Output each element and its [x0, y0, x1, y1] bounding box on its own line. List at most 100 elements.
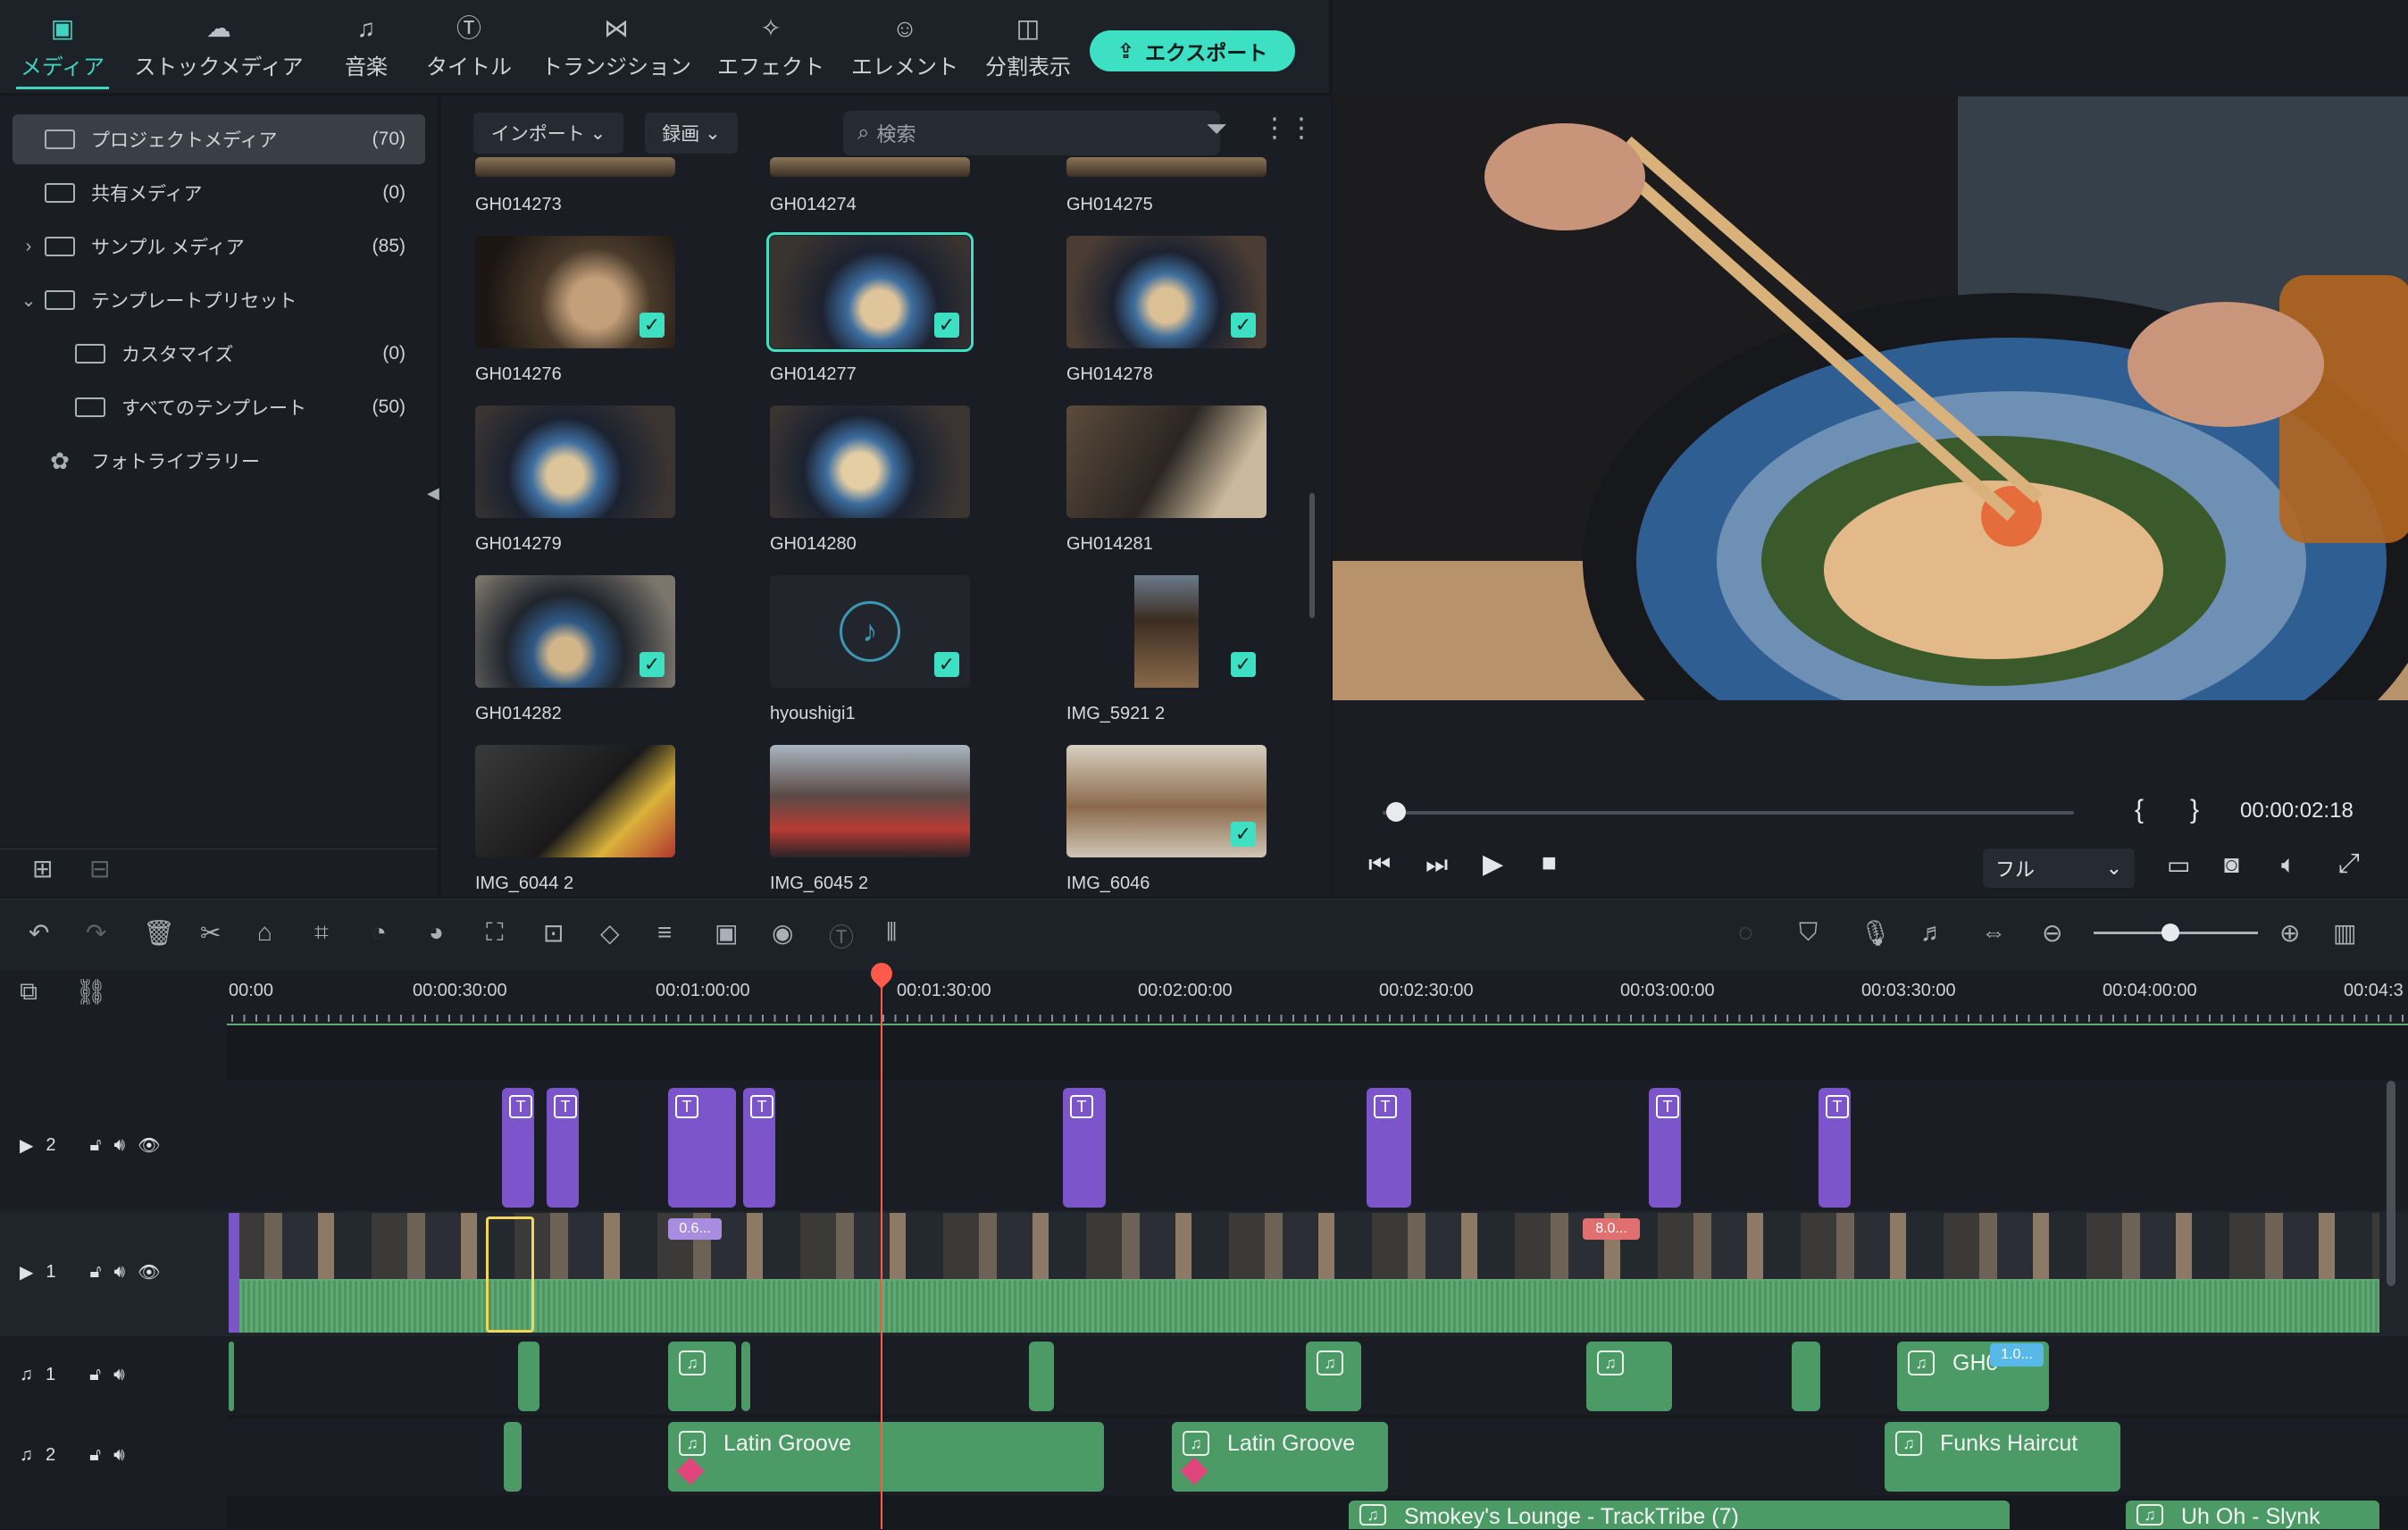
timeline-view-icon[interactable]: ▥: [2333, 918, 2356, 948]
title-clip[interactable]: T: [743, 1088, 775, 1208]
audio-mixer-icon[interactable]: ♬: [1920, 918, 1945, 947]
import-dropdown[interactable]: インポート ⌄: [473, 113, 623, 154]
chevron-right-icon[interactable]: ›: [13, 237, 45, 257]
audio-clip-uh-oh[interactable]: ♫ Uh Oh - Slynk: [2126, 1501, 2379, 1529]
snapshot-icon[interactable]: ◙: [2224, 850, 2239, 879]
adjust-icon[interactable]: ≡: [657, 918, 672, 947]
media-thumbnail[interactable]: ✓: [1066, 236, 1267, 348]
sidebar-item-sample-media[interactable]: › サンプル メディア (85): [13, 222, 425, 272]
microphone-icon[interactable]: 🎙︎: [1860, 918, 1892, 948]
sidebar-item-template-presets[interactable]: ⌄ テンプレートプリセット: [13, 275, 425, 325]
keyframe-icon[interactable]: ◇: [600, 918, 620, 948]
display-icon[interactable]: ▭: [2167, 850, 2190, 880]
marker-icon[interactable]: ⛉: [1799, 918, 1818, 948]
audio-clip-funks-haircut[interactable]: ♫ Funks Haircut: [1885, 1422, 2120, 1492]
audio-clip-smokeys-lounge[interactable]: ♫ Smokey's Lounge - TrackTribe (7): [1349, 1501, 2010, 1529]
title-clip[interactable]: T: [1649, 1088, 1681, 1208]
new-folder-icon[interactable]: ⊞: [32, 854, 53, 883]
tab-split-screen[interactable]: ◫ 分割表示: [979, 0, 1077, 93]
playhead-line[interactable]: [881, 965, 882, 1529]
media-thumbnail[interactable]: ✓: [766, 232, 974, 352]
chevron-down-icon[interactable]: ⌄: [13, 289, 45, 312]
tab-transitions[interactable]: ⋈ トランジション: [536, 0, 697, 93]
lock-icon[interactable]: 🔓︎: [89, 1365, 101, 1385]
lock-icon[interactable]: 🔓︎: [89, 1445, 101, 1466]
filter-icon[interactable]: ⏷: [1206, 114, 1227, 145]
tab-effects[interactable]: ✧ エフェクト: [713, 0, 829, 93]
audio-clip[interactable]: [518, 1342, 539, 1411]
render-icon[interactable]: ◌: [1738, 918, 1753, 947]
export-button[interactable]: ⇪ エクスポート: [1090, 30, 1295, 71]
media-thumbnail[interactable]: [1066, 157, 1267, 177]
tab-music[interactable]: ♫ 音楽: [330, 0, 402, 93]
volume-icon[interactable]: 🔈︎: [2281, 850, 2296, 880]
mark-out-button[interactable]: }: [2190, 795, 2199, 825]
selected-video-clip[interactable]: [486, 1216, 534, 1333]
tab-stock-media[interactable]: ☁ ストックメディア: [127, 0, 311, 93]
speaker-icon[interactable]: 🔊︎: [113, 1445, 125, 1466]
zoom-out-icon[interactable]: ⊖: [2042, 918, 2062, 948]
tab-titles[interactable]: Ⓣ タイトル: [420, 0, 518, 93]
sidebar-item-project-media[interactable]: プロジェクトメディア (70): [13, 114, 425, 164]
title-clip[interactable]: T: [1063, 1088, 1106, 1208]
media-thumbnail[interactable]: [770, 405, 970, 518]
delete-folder-icon[interactable]: ⊟: [89, 854, 110, 883]
cut-icon[interactable]: ✂: [200, 918, 221, 948]
media-thumbnail[interactable]: ✓: [475, 575, 675, 688]
sidebar-item-photo-library[interactable]: ✿ フォトライブラリー: [13, 436, 425, 486]
color-icon[interactable]: ◕: [429, 918, 444, 947]
audio-clip[interactable]: ♫ GH0 1.0...: [1897, 1342, 2049, 1411]
ai-portrait-icon[interactable]: ⛶: [486, 918, 504, 948]
grid-view-icon[interactable]: ⋮⋮: [1261, 113, 1315, 144]
preview-scrubber-handle[interactable]: [1386, 802, 1406, 822]
lock-icon[interactable]: 🔓︎: [90, 1262, 102, 1283]
audio-clip-latin-groove[interactable]: ♫ Latin Groove: [1172, 1422, 1388, 1492]
stop-icon[interactable]: ■: [1542, 849, 1557, 877]
delete-icon[interactable]: 🗑︎: [143, 918, 175, 948]
media-thumbnail[interactable]: [1066, 405, 1267, 518]
title-clip[interactable]: T: [502, 1088, 534, 1208]
speaker-icon[interactable]: 🔊︎: [113, 1365, 125, 1385]
timeline-vertical-scrollbar[interactable]: [2387, 1081, 2395, 1286]
speed-icon[interactable]: ◔: [372, 918, 387, 947]
preview-progress-track[interactable]: [1383, 811, 2074, 815]
media-thumbnail[interactable]: [475, 405, 675, 518]
eye-icon[interactable]: 👁︎: [138, 1134, 160, 1157]
audio-clip[interactable]: ♫: [668, 1342, 736, 1411]
media-thumbnail[interactable]: ✓: [1066, 575, 1267, 688]
sidebar-item-all-templates[interactable]: すべてのテンプレート (50): [13, 382, 425, 432]
browser-scrollbar[interactable]: [1309, 493, 1315, 618]
undo-icon[interactable]: ↶: [29, 918, 49, 948]
audio-clip[interactable]: [1792, 1342, 1820, 1411]
media-thumbnail[interactable]: [770, 745, 970, 857]
previous-frame-icon[interactable]: ⏮: [1368, 850, 1391, 880]
audio-clip[interactable]: [229, 1342, 234, 1411]
mark-in-button[interactable]: {: [2135, 795, 2144, 825]
auto-reframe-icon[interactable]: ⊡: [543, 918, 564, 948]
speaker-icon[interactable]: 🔊︎: [113, 1135, 125, 1156]
title-clip[interactable]: T: [547, 1088, 579, 1208]
play-icon[interactable]: ▶: [1483, 849, 1503, 880]
preview-quality-dropdown[interactable]: フル ⌄: [1983, 849, 2135, 888]
audio-clip[interactable]: ♫: [1306, 1342, 1361, 1411]
eye-icon[interactable]: 👁︎: [138, 1261, 160, 1283]
audio-clip-latin-groove[interactable]: ♫ Latin Groove: [668, 1422, 1104, 1492]
crop-icon[interactable]: ⌗: [314, 918, 329, 948]
media-thumbnail[interactable]: [770, 157, 970, 177]
audio-clip[interactable]: [504, 1422, 522, 1492]
audio-stretch-icon[interactable]: ◉: [772, 918, 793, 948]
title-clip[interactable]: T: [668, 1088, 736, 1208]
add-track-icon[interactable]: ⧉: [20, 977, 38, 1007]
audio-clip[interactable]: ♫: [1586, 1342, 1672, 1411]
search-input[interactable]: ⌕ 検索: [843, 111, 1220, 155]
sidebar-item-customize[interactable]: カスタマイズ (0): [13, 329, 425, 379]
media-thumbnail[interactable]: ♪ ✓: [770, 575, 970, 688]
text-to-speech-icon[interactable]: Ⓣ: [829, 918, 854, 954]
tab-media[interactable]: ▣ メディア: [7, 0, 118, 93]
media-thumbnail[interactable]: ✓: [1066, 745, 1267, 857]
audio-clip[interactable]: [1029, 1342, 1054, 1411]
title-clip[interactable]: T: [1819, 1088, 1851, 1208]
timeline-ruler[interactable]: [227, 970, 2408, 1025]
snap-icon[interactable]: ⇔: [1981, 918, 2006, 947]
audio-waveform-icon[interactable]: ⦀: [886, 918, 897, 948]
